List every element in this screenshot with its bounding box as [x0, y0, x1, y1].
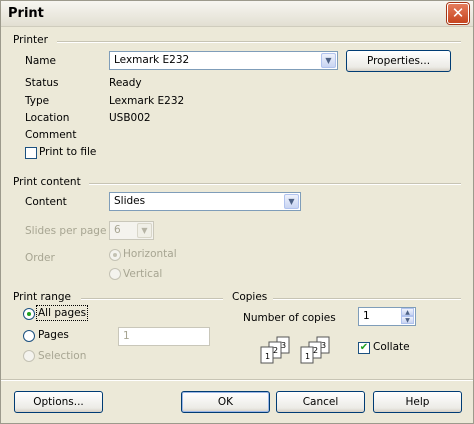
copies-divider [273, 298, 461, 300]
order-vertical-radio[interactable] [109, 268, 121, 280]
printer-section-divider [57, 41, 461, 43]
all-pages-label: All pages [35, 305, 89, 321]
collate-checkbox[interactable]: ✔ [358, 342, 370, 354]
printer-section-label: Printer [13, 34, 48, 46]
collate-stack-a: 3 2 1 [260, 336, 290, 364]
location-value: USB002 [109, 112, 151, 124]
pages-label: Pages [38, 329, 69, 341]
number-of-copies-value: 1 [363, 310, 370, 322]
content-value: Slides [114, 195, 146, 207]
collate-b-page-1: 1 [305, 352, 310, 361]
print-to-file-checkbox[interactable] [25, 147, 37, 159]
print-content-divider [89, 183, 461, 185]
close-button[interactable]: ✕ [447, 3, 469, 24]
checkmark-icon: ✔ [359, 342, 369, 353]
pages-radio[interactable] [23, 330, 35, 342]
order-horizontal-radio[interactable] [109, 249, 121, 261]
order-horizontal-label: Horizontal [123, 248, 177, 260]
collate-b-page-3: 3 [321, 341, 326, 350]
print-to-file-label: Print to file [39, 146, 97, 158]
collate-a-page-1: 1 [265, 352, 270, 361]
chevron-up-icon[interactable]: ▲ [401, 308, 414, 316]
print-content-section-label: Print content [13, 176, 81, 188]
collate-label: Collate [373, 341, 410, 353]
number-of-copies-spinner[interactable]: 1 ▲ ▼ [358, 307, 416, 326]
copies-section-label: Copies [232, 291, 268, 303]
ok-button[interactable]: OK [181, 391, 270, 413]
chevron-down-icon[interactable]: ▼ [284, 194, 299, 209]
collate-a-page-3: 3 [281, 341, 286, 350]
content-dropdown[interactable]: Slides ▼ [109, 192, 301, 211]
help-button[interactable]: Help [373, 391, 462, 413]
type-label: Type [25, 95, 50, 107]
order-label: Order [25, 252, 55, 264]
slides-per-page-label: Slides per page [25, 225, 107, 237]
print-dialog: Print ✕ Printer Name Lexmark E232 ▼ Prop… [0, 0, 474, 424]
dialog-title: Print [8, 6, 44, 21]
location-label: Location [25, 112, 70, 124]
printer-name-value: Lexmark E232 [114, 54, 190, 66]
comment-label: Comment [25, 129, 77, 141]
chevron-down-icon[interactable]: ▼ [401, 316, 414, 324]
type-value: Lexmark E232 [109, 95, 185, 107]
slides-per-page-value: 6 [114, 224, 121, 236]
collate-b-page-2: 2 [313, 346, 318, 355]
selection-radio[interactable] [23, 350, 35, 362]
name-label: Name [25, 55, 56, 67]
selection-label: Selection [38, 350, 87, 362]
button-bar-divider [1, 379, 473, 381]
order-vertical-label: Vertical [123, 268, 163, 280]
cancel-button[interactable]: Cancel [276, 391, 365, 413]
slides-per-page-dropdown[interactable]: 6 ▼ [109, 221, 154, 240]
printer-name-dropdown[interactable]: Lexmark E232 ▼ [109, 51, 338, 70]
title-bar[interactable]: Print ✕ [1, 1, 473, 27]
chevron-down-icon[interactable]: ▼ [137, 223, 152, 238]
collate-stack-b: 3 2 1 [300, 336, 330, 364]
status-label: Status [25, 77, 59, 89]
close-icon: ✕ [451, 4, 465, 22]
all-pages-radio[interactable] [23, 308, 35, 320]
collate-pages-icon: 3 2 1 3 2 1 [260, 336, 330, 364]
options-button[interactable]: Options... [14, 391, 103, 413]
content-label: Content [25, 196, 67, 208]
collate-a-page-2: 2 [273, 346, 278, 355]
properties-button[interactable]: Properties... [346, 50, 451, 72]
pages-input[interactable]: 1 [118, 327, 210, 346]
print-range-section-label: Print range [13, 291, 72, 303]
number-of-copies-label: Number of copies [243, 312, 336, 324]
chevron-down-icon[interactable]: ▼ [321, 53, 336, 68]
print-range-divider [81, 298, 223, 300]
pages-input-value: 1 [123, 330, 130, 342]
status-value: Ready [109, 77, 142, 89]
